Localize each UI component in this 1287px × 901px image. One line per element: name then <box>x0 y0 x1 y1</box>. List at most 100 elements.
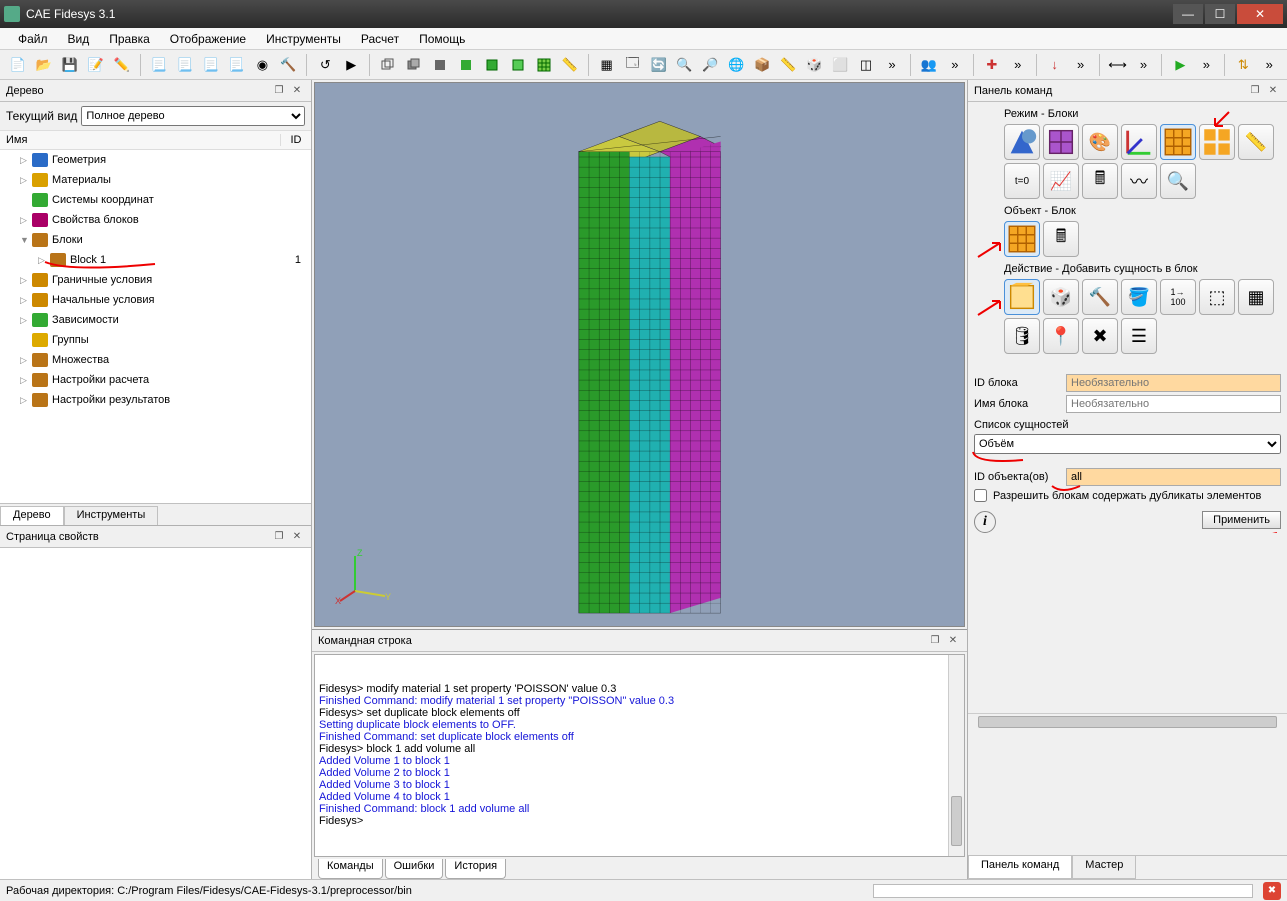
mode-blocks-icon[interactable] <box>1160 124 1196 160</box>
tree-item[interactable]: Группы <box>0 330 311 350</box>
status-stop-icon[interactable]: ✖ <box>1263 882 1281 900</box>
action-grid-icon[interactable]: ▦ <box>1238 279 1274 315</box>
action-add-icon[interactable] <box>1004 279 1040 315</box>
refresh-icon[interactable]: 🔄 <box>647 53 671 77</box>
close-button[interactable]: ✕ <box>1237 4 1283 24</box>
tree-item[interactable]: ▷Начальные условия <box>0 290 311 310</box>
object-block-icon[interactable] <box>1004 221 1040 257</box>
apply-button[interactable]: Применить <box>1202 511 1281 529</box>
right-close-icon[interactable]: ✕ <box>1265 83 1281 99</box>
tree-col-name[interactable]: Имя <box>0 134 281 146</box>
action-paint-icon[interactable]: 🪣 <box>1121 279 1157 315</box>
tree-item[interactable]: ▷Настройки результатов <box>0 390 311 410</box>
mode-calc-icon[interactable]: 🖩 <box>1082 163 1118 199</box>
action-renum-icon[interactable]: 1→100 <box>1160 279 1196 315</box>
play-icon[interactable]: ▶ <box>1168 53 1192 77</box>
more6-icon[interactable]: » <box>1194 53 1218 77</box>
new-icon[interactable]: 📄 <box>6 53 30 77</box>
tree-item[interactable]: ▷Материалы <box>0 170 311 190</box>
obj-id-input[interactable] <box>1066 468 1281 486</box>
mode-mesh-icon[interactable] <box>1043 124 1079 160</box>
hammer-icon[interactable]: 🔨 <box>276 53 300 77</box>
tree-view-select[interactable]: Полное дерево <box>81 106 305 126</box>
zoom-out-icon[interactable]: 🔎 <box>698 53 722 77</box>
edit2-icon[interactable]: ✏️ <box>110 53 134 77</box>
action-dice-icon[interactable]: 🎲 <box>1043 279 1079 315</box>
mode-wave-icon[interactable]: 〰 <box>1121 163 1157 199</box>
menu-view[interactable]: Вид <box>58 30 100 48</box>
zaxis-icon[interactable]: ⇅ <box>1231 53 1255 77</box>
cmd-tab-errors[interactable]: Ошибки <box>385 859 444 879</box>
tree-item[interactable]: ▷Настройки расчета <box>0 370 311 390</box>
doc1-icon[interactable]: 📃 <box>147 53 171 77</box>
cmd-tab-history[interactable]: История <box>445 859 506 879</box>
mode-result-icon[interactable]: 🔍 <box>1160 163 1196 199</box>
globe-icon[interactable]: 🌐 <box>724 53 748 77</box>
mode-split-icon[interactable] <box>1199 124 1235 160</box>
action-cube-icon[interactable]: ⬚ <box>1199 279 1235 315</box>
scale-icon[interactable]: 📏 <box>558 53 582 77</box>
cube-g2-icon[interactable] <box>480 53 504 77</box>
tree-close-icon[interactable]: ✕ <box>289 83 305 99</box>
menu-display[interactable]: Отображение <box>160 30 256 48</box>
cmd-output[interactable]: Fidesys> modify material 1 set property … <box>314 654 965 857</box>
block-name-input[interactable] <box>1066 395 1281 413</box>
mode-geom-icon[interactable] <box>1004 124 1040 160</box>
object-calc-icon[interactable]: 🖩 <box>1043 221 1079 257</box>
dim-icon[interactable]: ⟷ <box>1106 53 1130 77</box>
mode-dep-icon[interactable]: 📈 <box>1043 163 1079 199</box>
mode-ic-icon[interactable]: t=0 <box>1004 163 1040 199</box>
rp-tab-master[interactable]: Мастер <box>1072 856 1136 879</box>
action-pin-icon[interactable]: 📍 <box>1043 318 1079 354</box>
block-icon[interactable]: ⬜ <box>828 53 852 77</box>
rp-tab-commands[interactable]: Панель команд <box>968 856 1072 879</box>
tree-item[interactable]: ▷Block 11 <box>0 250 311 270</box>
block-id-input[interactable] <box>1066 374 1281 392</box>
tree-item[interactable]: ▷Геометрия <box>0 150 311 170</box>
box-icon[interactable]: 📦 <box>750 53 774 77</box>
ruler-icon[interactable]: 📏 <box>776 53 800 77</box>
more-icon[interactable]: » <box>880 53 904 77</box>
action-cyl-icon[interactable]: 🛢 <box>1004 318 1040 354</box>
more7-icon[interactable]: » <box>1257 53 1281 77</box>
menu-help[interactable]: Помощь <box>409 30 475 48</box>
right-hscroll[interactable] <box>968 713 1287 730</box>
cube2-icon[interactable]: ◫ <box>854 53 878 77</box>
maximize-button[interactable]: ☐ <box>1205 4 1235 24</box>
more4-icon[interactable]: » <box>1069 53 1093 77</box>
tree-undock-icon[interactable]: ❐ <box>271 83 287 99</box>
viewport-3d[interactable]: Z Y X <box>314 82 965 627</box>
reset-view-icon[interactable]: ↺ <box>313 53 337 77</box>
props-close-icon[interactable]: ✕ <box>289 529 305 545</box>
cmd-scrollbar[interactable] <box>948 655 964 856</box>
entity-type-select[interactable]: Объём <box>974 434 1281 454</box>
more3-icon[interactable]: » <box>1006 53 1030 77</box>
menu-edit[interactable]: Правка <box>99 30 160 48</box>
grid-icon[interactable]: ▦ <box>595 53 619 77</box>
menu-calc[interactable]: Расчет <box>351 30 409 48</box>
tab-tree[interactable]: Дерево <box>0 506 64 525</box>
action-hammer-icon[interactable]: 🔨 <box>1082 279 1118 315</box>
cube-shade-icon[interactable] <box>402 53 426 77</box>
doc2-icon[interactable]: 📃 <box>173 53 197 77</box>
tree-item[interactable]: ▷Множества <box>0 350 311 370</box>
minimize-button[interactable]: — <box>1173 4 1203 24</box>
tree-body[interactable]: ▷Геометрия▷МатериалыСистемы координат▷Св… <box>0 150 311 503</box>
open-icon[interactable]: 📂 <box>32 53 56 77</box>
tree-item[interactable]: ▼Блоки <box>0 230 311 250</box>
arrow-down-icon[interactable]: ↓ <box>1043 53 1067 77</box>
tree-item[interactable]: Системы координат <box>0 190 311 210</box>
menu-file[interactable]: Файл <box>8 30 58 48</box>
cube-green-icon[interactable] <box>454 53 478 77</box>
more2-icon[interactable]: » <box>943 53 967 77</box>
dup-checkbox[interactable] <box>974 489 987 502</box>
tri-icon[interactable]: ▶ <box>339 53 363 77</box>
plus-icon[interactable]: ✚ <box>980 53 1004 77</box>
tab-tools[interactable]: Инструменты <box>64 506 159 525</box>
mesh-icon[interactable] <box>532 53 556 77</box>
doc3-icon[interactable]: 📃 <box>199 53 223 77</box>
action-del-icon[interactable]: ✖ <box>1082 318 1118 354</box>
cube-wire-icon[interactable] <box>376 53 400 77</box>
more5-icon[interactable]: » <box>1132 53 1156 77</box>
doc4-icon[interactable]: 📃 <box>225 53 249 77</box>
